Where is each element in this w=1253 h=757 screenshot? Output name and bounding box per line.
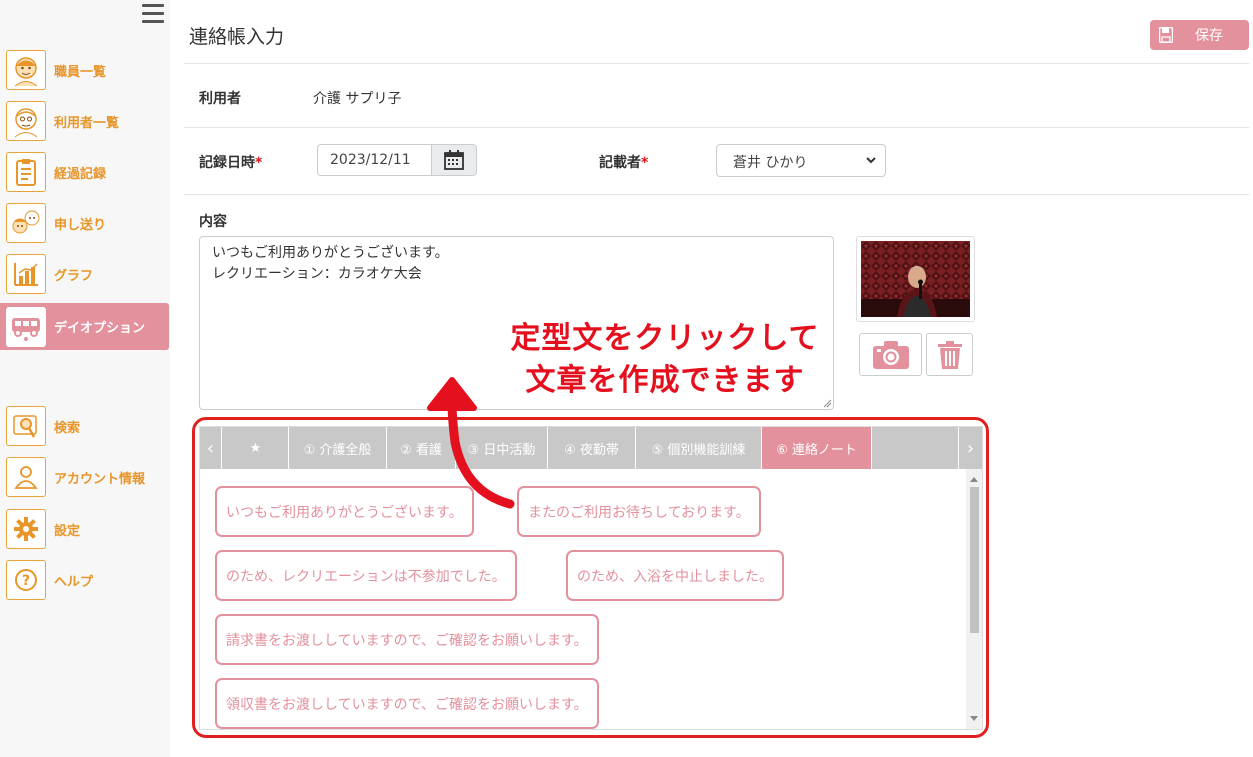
curved-arrow-icon — [427, 377, 515, 509]
tab-scroll-left-button[interactable]: ‹ — [200, 427, 222, 469]
phrase-scrollbar[interactable] — [966, 469, 982, 729]
phrase-button[interactable]: 領収書をお渡ししていますので、ご確認をお願いします。 — [215, 678, 599, 729]
sidebar-item-label: アカウント情報 — [54, 471, 146, 487]
annotation-callout: 定型文をクリックして 文章を作成できます — [480, 318, 850, 402]
tab-night-shift[interactable]: ④ 夜勤帯 — [548, 427, 636, 469]
sidebar-item-label: 利用者一覧 — [54, 115, 120, 131]
phrase-button[interactable]: 請求書をお渡ししていますので、ご確認をお願いします。 — [215, 614, 599, 665]
required-mark: * — [641, 155, 649, 171]
sidebar-item-label: 設定 — [54, 523, 81, 539]
writer-select[interactable]: 蒼井 ひかり — [716, 144, 886, 177]
writer-select-value: 蒼井 ひかり — [733, 155, 808, 171]
hamburger-menu-icon[interactable] — [142, 4, 164, 24]
sidebar-item-settings[interactable]: 設定 — [6, 507, 170, 551]
phrase-button[interactable]: またのご利用お待ちしております。 — [517, 486, 761, 537]
phrase-list: いつもご利用ありがとうございます。 またのご利用お待ちしております。 のため、レ… — [200, 469, 966, 729]
writer-label: 記載者* — [599, 152, 648, 172]
sidebar-item-help[interactable]: ? ヘルプ — [6, 558, 170, 602]
sidebar-item-label: 経過記録 — [54, 166, 107, 182]
scroll-up-icon[interactable] — [970, 477, 978, 482]
sidebar-item-staff-list[interactable]: 職員一覧 — [6, 48, 170, 92]
page-title: 連絡帳入力 — [189, 26, 285, 48]
handover-faces-icon — [6, 203, 46, 243]
sidebar-item-graph[interactable]: グラフ — [6, 252, 170, 296]
user-value: 介護 サプリ子 — [313, 91, 402, 107]
sidebar-item-label: 検索 — [54, 420, 81, 436]
sidebar-item-search[interactable]: 検索 — [6, 404, 170, 448]
floppy-disk-icon — [1159, 27, 1173, 43]
annotation-line-1: 定型文をクリックして — [510, 321, 820, 356]
sidebar-item-label: ヘルプ — [54, 574, 94, 590]
person-icon — [6, 457, 46, 497]
user-label: 利用者 — [199, 91, 241, 107]
chevron-right-icon: › — [966, 437, 975, 459]
sidebar-item-handover[interactable]: 申し送り — [6, 201, 170, 245]
tab-contact-note[interactable]: ⑥ 連絡ノート — [762, 427, 872, 469]
camera-button[interactable] — [859, 333, 922, 376]
content-label: 内容 — [199, 214, 227, 230]
user-face-icon — [6, 101, 46, 141]
sidebar-item-label: 職員一覧 — [54, 64, 107, 80]
gear-icon — [6, 509, 46, 549]
datetime-label: 記録日時* — [199, 152, 262, 172]
staff-face-icon — [6, 50, 46, 90]
template-phrase-panel: ‹ ★ ① 介護全般 ② 看護 ③ 日中活動 ④ 夜勤帯 ⑤ 個別機能訓練 ⑥ … — [199, 426, 983, 730]
trash-icon — [937, 340, 962, 369]
sidebar-item-account[interactable]: アカウント情報 — [6, 455, 170, 499]
delete-photo-button[interactable] — [926, 333, 973, 376]
divider — [184, 63, 1249, 64]
tab-general-care[interactable]: ① 介護全般 — [289, 427, 387, 469]
phrase-button[interactable]: のため、レクリエーションは不参加でした。 — [215, 550, 517, 601]
question-icon: ? — [6, 560, 46, 600]
sidebar-item-user-list[interactable]: 利用者一覧 — [6, 99, 170, 143]
sidebar-item-progress-record[interactable]: 経過記録 — [6, 150, 170, 194]
sidebar-item-day-option[interactable]: デイオプション — [0, 303, 169, 350]
van-icon — [6, 306, 46, 347]
writer-label-text: 記載者 — [599, 155, 641, 171]
required-mark: * — [255, 155, 263, 171]
save-button[interactable]: 保存 — [1150, 20, 1249, 50]
chevron-down-icon — [866, 157, 876, 164]
annotation-line-2: 文章を作成できます — [525, 363, 805, 398]
date-input[interactable]: 2023/12/11 — [317, 144, 432, 176]
sidebar-item-label: 申し送り — [54, 217, 107, 233]
tab-favorites[interactable]: ★ — [223, 427, 289, 469]
datetime-label-text: 記録日時 — [199, 155, 255, 171]
tab-scroll-right-button[interactable]: › — [958, 427, 982, 469]
clipboard-icon — [6, 152, 46, 192]
chevron-left-icon: ‹ — [206, 437, 215, 459]
sidebar: 職員一覧 利用者一覧 経過記録 申し送り グラフ デイオプション 検索 アカウン… — [0, 0, 170, 757]
category-tab-bar: ‹ ★ ① 介護全般 ② 看護 ③ 日中活動 ④ 夜勤帯 ⑤ 個別機能訓練 ⑥ … — [200, 427, 982, 469]
scrollbar-thumb[interactable] — [970, 487, 979, 633]
divider — [184, 194, 1249, 195]
sidebar-item-label: グラフ — [54, 268, 94, 284]
calendar-button[interactable] — [431, 144, 477, 176]
bar-chart-icon — [6, 254, 46, 294]
divider — [184, 127, 1249, 128]
camera-icon — [872, 340, 909, 369]
tab-individual-training[interactable]: ⑤ 個別機能訓練 — [636, 427, 762, 469]
attached-photo[interactable] — [856, 236, 975, 322]
svg-text:?: ? — [22, 573, 30, 589]
calendar-icon — [444, 150, 464, 170]
scroll-down-icon[interactable] — [970, 716, 978, 721]
save-button-label: 保存 — [1195, 28, 1223, 44]
sidebar-item-label: デイオプション — [54, 321, 146, 336]
photo-image — [861, 241, 970, 317]
phrase-button[interactable]: のため、入浴を中止しました。 — [566, 550, 784, 601]
search-icon — [6, 406, 46, 446]
